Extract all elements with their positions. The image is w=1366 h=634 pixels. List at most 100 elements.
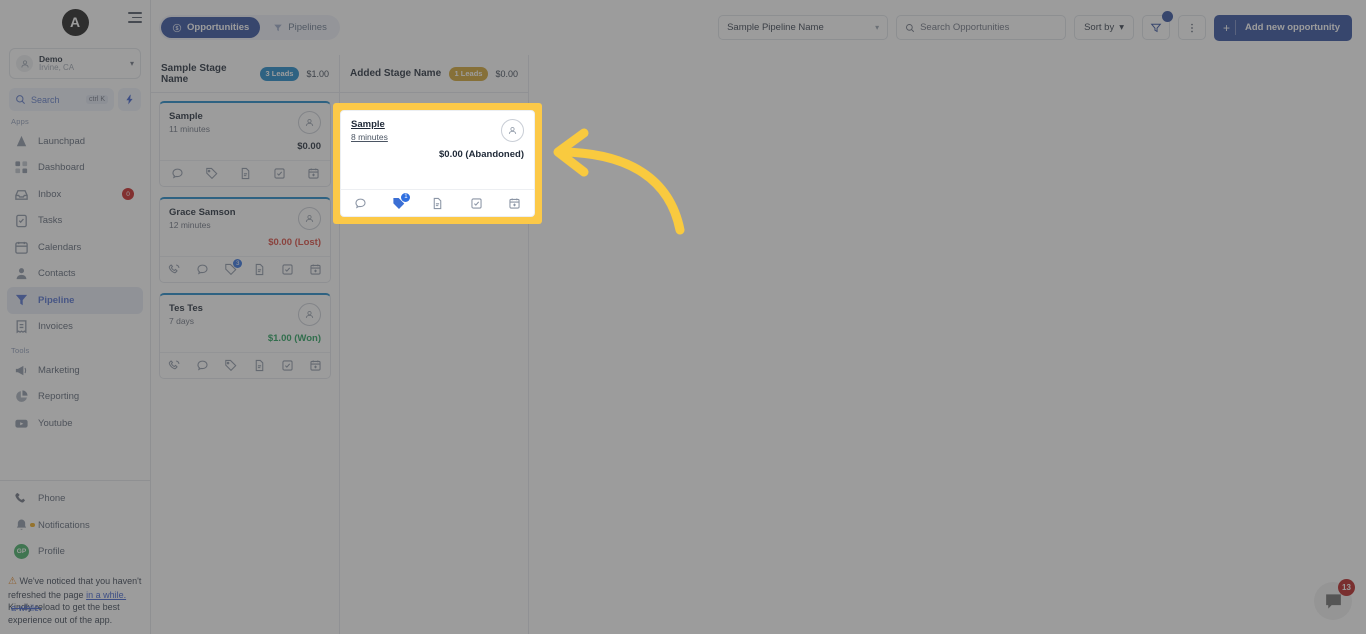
opportunity-card[interactable]: Sample 11 minutes $0.00 [159,101,331,187]
workspace-location: Irvine, CA [39,62,75,72]
column-header: Added Stage Name 1 Leads $0.00 [340,55,528,93]
column-title: Sample Stage Name [161,62,227,85]
tag-icon[interactable]: 3 [224,259,243,276]
chat-icon[interactable] [171,167,184,180]
tab-pipelines[interactable]: Pipelines [262,17,338,38]
sidebar-item-label: Contacts [38,268,76,280]
sidebar-item-calendars[interactable]: Calendars [7,234,143,261]
task-check-icon[interactable] [273,167,286,180]
calendar-add-icon[interactable] [309,359,322,372]
view-tabs: Opportunities Pipelines [159,15,340,40]
highlight-card-title[interactable]: Sample [351,119,388,130]
document-icon[interactable] [239,167,252,180]
sidebar-item-invoices[interactable]: Invoices [7,314,143,341]
column-amount: $0.00 [495,68,518,79]
calendar-add-icon[interactable] [307,167,320,180]
column-title: Added Stage Name [350,68,442,79]
launchpad-icon [14,134,29,149]
document-icon[interactable] [253,359,266,372]
sidebar-nav: Launchpad Dashboard Inbox 0 Tasks Calend… [0,128,150,475]
card-avatar-icon[interactable] [298,207,321,230]
tag-icon[interactable] [224,359,237,372]
refresh-warning: ⚠ We've noticed that you haven't refresh… [0,569,150,634]
sidebar-divider [0,480,150,482]
sidebar-item-label: Pipeline [38,294,75,306]
add-new-opportunity-button[interactable]: + Add new opportunity [1213,14,1352,41]
warning-triangle-icon: ⚠ [8,575,17,587]
task-check-icon[interactable] [281,359,294,372]
app-logo[interactable]: A [61,8,89,36]
pipeline-icon [14,293,29,308]
opportunity-card[interactable]: Tes Tes 7 days $1.00 (Won) [159,293,331,379]
tag-count-badge: 3 [233,259,243,268]
chat-widget-button[interactable]: 13 [1314,579,1355,620]
document-icon[interactable] [431,197,444,210]
highlight-card-avatar-icon[interactable] [501,119,524,142]
chat-unread-badge: 13 [1338,579,1355,596]
card-title: Tes Tes [169,303,203,314]
calendar-add-icon[interactable] [309,263,322,276]
profile-initials: GP [14,544,29,560]
task-check-icon[interactable] [470,197,483,210]
section-label-tools: Tools [11,346,30,355]
phone-call-icon[interactable] [168,263,181,276]
sidebar-item-label: Dashboard [38,162,85,174]
sidebar-item-contacts[interactable]: Contacts [7,261,143,288]
tag-icon[interactable] [205,167,218,180]
sidebar-item-tasks[interactable]: Tasks [7,208,143,235]
sidebar-item-marketing[interactable]: Marketing [7,357,143,384]
card-avatar-icon[interactable] [298,111,321,134]
sidebar-item-profile[interactable]: GP Profile [7,538,143,565]
card-avatar-icon[interactable] [298,303,321,326]
chat-icon[interactable] [196,263,209,276]
sort-by-dropdown[interactable]: Sort by ▾ [1074,15,1134,40]
chevron-down-icon: ▾ [1119,22,1124,33]
quick-actions-button[interactable] [118,88,141,111]
highlight-card-inner: Sample 8 minutes $0.00 (Abandoned) 1 [340,110,535,217]
workspace-switcher[interactable]: Demo Irvine, CA ▾ [9,48,141,79]
filter-active-indicator [1161,11,1173,22]
sidebar-item-inbox[interactable]: Inbox 0 [7,181,143,208]
sidebar-item-dashboard[interactable]: Dashboard [7,155,143,182]
chat-icon[interactable] [354,197,367,210]
sidebar-item-notifications[interactable]: Notifications [7,512,143,539]
chat-icon[interactable] [196,359,209,372]
search-icon [16,95,25,104]
highlighted-opportunity-card[interactable]: Sample 8 minutes $0.00 (Abandoned) 1 [333,103,542,224]
calendar-add-icon[interactable] [508,197,521,210]
column-header: Sample Stage Name 3 Leads $1.00 [151,55,339,93]
pipeline-select[interactable]: Sample Pipeline Name ▾ [718,15,889,40]
document-icon[interactable] [253,263,266,276]
sidebar-item-label: Invoices [38,321,73,333]
section-label-apps: Apps [11,117,29,126]
warning-line-5: of the app. [69,614,113,625]
filter-button[interactable] [1141,11,1173,40]
sidebar-item-youtube[interactable]: Youtube [7,410,143,437]
megaphone-icon [14,363,29,378]
tab-opportunities[interactable]: Opportunities [161,17,261,38]
search-input[interactable]: Search ctrl K [9,88,114,111]
sidebar-item-launchpad[interactable]: Launchpad [7,128,143,155]
search-opportunities-input[interactable]: Search Opportunities [896,15,1067,40]
sidebar-item-phone[interactable]: Phone [7,485,143,512]
warning-strikethrough: a while. [11,602,42,613]
sidebar-item-reporting[interactable]: Reporting [7,384,143,411]
search-opportunities-placeholder: Search Opportunities [920,22,1010,33]
sidebar-item-pipeline[interactable]: Pipeline [7,287,143,314]
card-title: Sample [169,111,203,122]
opportunity-card[interactable]: Grace Samson 12 minutes $0.00 (Lost) 3 [159,197,331,283]
dashboard-icon [14,160,29,175]
hamburger-menu-icon[interactable] [126,12,142,23]
dollar-circle-icon [172,23,182,33]
sidebar-item-label: Tasks [38,215,63,227]
sort-by-label: Sort by [1084,22,1115,33]
tag-count-badge: 1 [401,192,411,202]
task-check-icon[interactable] [281,263,294,276]
tag-icon[interactable]: 1 [392,192,411,210]
phone-call-icon[interactable] [168,359,181,372]
sidebar-item-label: Calendars [38,241,82,253]
warning-link[interactable]: in a while. [86,590,126,600]
sidebar: A Demo Irvine, CA ▾ Search ctrl K Apps L… [0,0,151,634]
more-options-button[interactable] [1177,15,1206,40]
card-title: Grace Samson [169,207,236,218]
